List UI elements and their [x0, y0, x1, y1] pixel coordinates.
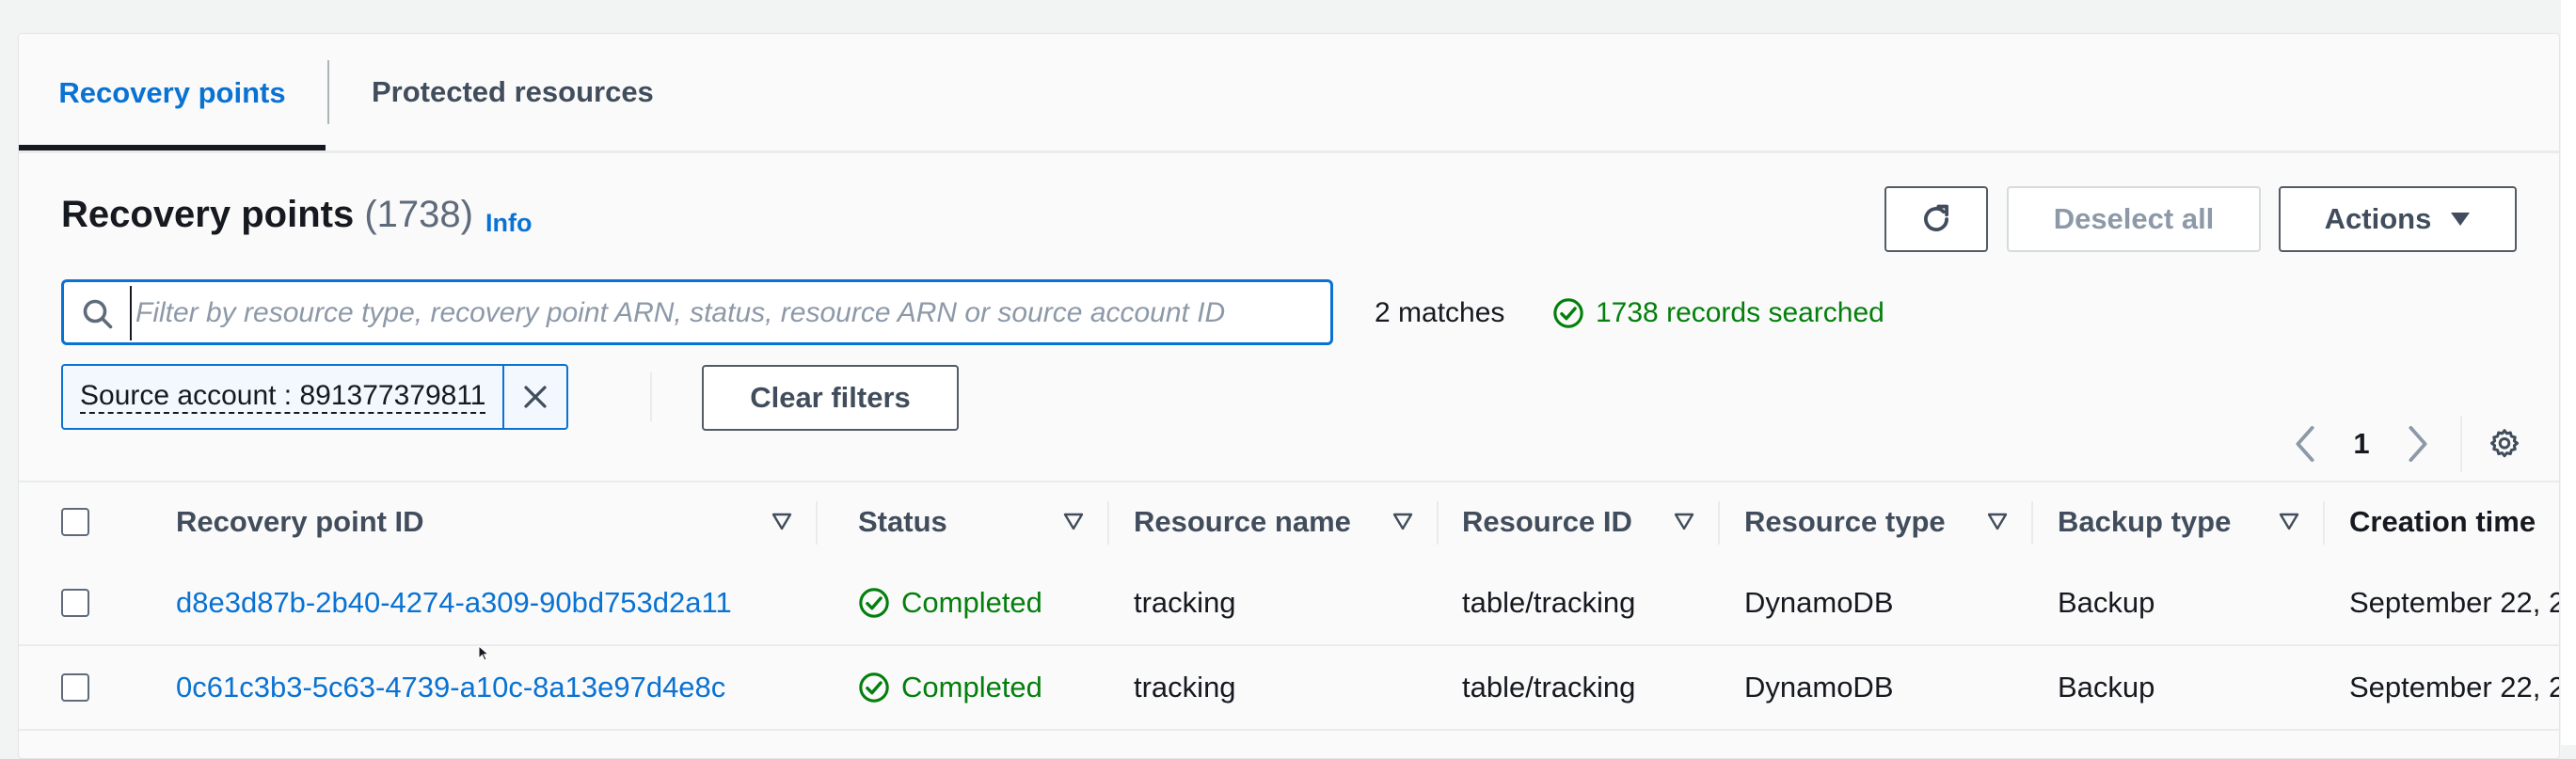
column-header-resource-name[interactable]: Resource name: [1134, 482, 1437, 561]
refresh-icon: [1924, 204, 1948, 231]
status-text: Completed: [901, 586, 1042, 619]
close-icon: [524, 386, 548, 408]
filter-divider: [650, 372, 652, 421]
tab-recovery-points[interactable]: Recovery points: [19, 34, 326, 150]
actions-button[interactable]: Actions: [2279, 186, 2517, 252]
column-label: Resource type: [1744, 505, 1946, 538]
resource-type-cell: DynamoDB: [1744, 586, 1894, 619]
check-circle-icon: [859, 588, 889, 618]
filter-token: Source account : 891377379811: [61, 364, 569, 430]
clear-filters-button[interactable]: Clear filters: [702, 365, 959, 431]
sort-icon: [1063, 513, 1084, 530]
recovery-points-panel: Recovery points Protected resources Reco…: [18, 33, 2560, 759]
column-divider: [1107, 501, 1109, 545]
table-header: Recovery point ID Status Resource name R…: [19, 481, 2559, 563]
mouse-cursor-icon: [478, 645, 489, 661]
chevron-right-icon: [2409, 426, 2427, 462]
search-icon: [83, 299, 113, 329]
match-count: 2 matches: [1375, 297, 1505, 328]
sort-icon: [1674, 513, 1694, 530]
scroll-edge: [2561, 0, 2576, 745]
resource-name-cell: tracking: [1134, 671, 1236, 704]
row-checkbox[interactable]: [61, 673, 89, 702]
creation-time-cell: September 22, 2: [2349, 671, 2560, 704]
status-cell: Completed: [858, 561, 1042, 644]
pagination: 1: [2267, 416, 2540, 472]
tab-divider: [327, 60, 329, 124]
recovery-point-id-link[interactable]: 0c61c3b3-5c63-4739-a10c-8a13e97d4e8c: [176, 646, 725, 729]
check-circle-icon: [859, 672, 889, 703]
row-checkbox[interactable]: [61, 589, 89, 617]
tab-protected-resources[interactable]: Protected resources: [372, 34, 654, 150]
column-label: Resource name: [1134, 505, 1351, 538]
remove-filter-button[interactable]: [504, 366, 566, 428]
sort-icon: [1392, 513, 1413, 530]
column-header-resource-id[interactable]: Resource ID: [1462, 482, 1718, 561]
deselect-all-button[interactable]: Deselect all: [2007, 186, 2261, 252]
records-searched-text: 1738 records searched: [1596, 297, 1884, 328]
page-title: Recovery points (1738): [61, 194, 473, 236]
filter-token-text: Source account : 891377379811: [80, 380, 486, 414]
info-link[interactable]: Info: [485, 209, 532, 238]
creation-time-cell: September 22, 2: [2349, 586, 2560, 619]
column-divider: [816, 501, 818, 545]
column-header-backup-type[interactable]: Backup type: [2058, 482, 2323, 561]
column-divider: [2031, 501, 2033, 545]
column-label: Creation time: [2349, 505, 2536, 538]
column-label: Status: [858, 505, 947, 538]
column-header-recovery-point-id[interactable]: Recovery point ID: [176, 482, 816, 561]
gear-icon: [2490, 429, 2519, 458]
column-header-resource-type[interactable]: Resource type: [1744, 482, 2031, 561]
records-searched-status: 1738 records searched: [1552, 297, 1884, 329]
page-number[interactable]: 1: [2333, 416, 2390, 472]
refresh-button[interactable]: [1884, 186, 1988, 252]
select-all-checkbox[interactable]: [61, 508, 89, 536]
search-input[interactable]: [130, 286, 1323, 340]
resource-id-cell: table/tracking: [1462, 671, 1636, 704]
column-divider: [2323, 501, 2325, 545]
sort-icon: [771, 513, 792, 530]
resource-name-cell: tracking: [1134, 586, 1236, 619]
column-header-status[interactable]: Status: [858, 482, 1107, 561]
filter-token-label[interactable]: Source account : 891377379811: [63, 366, 505, 428]
resource-type-cell: DynamoDB: [1744, 671, 1894, 704]
check-circle-icon: [1553, 298, 1583, 328]
table-settings-button[interactable]: [2478, 416, 2531, 472]
backup-type-cell: Backup: [2058, 586, 2155, 619]
sort-icon: [2279, 513, 2299, 530]
pagination-divider: [2460, 416, 2462, 472]
page-title-count: (1738): [364, 194, 473, 235]
chevron-left-icon: [2296, 426, 2314, 462]
column-divider: [1718, 501, 1720, 545]
page-title-text: Recovery points: [61, 194, 355, 235]
caret-down-icon: [2451, 213, 2471, 226]
previous-page-button[interactable]: [2286, 416, 2324, 472]
table-row[interactable]: 0c61c3b3-5c63-4739-a10c-8a13e97d4e8c Com…: [19, 646, 2559, 731]
backup-type-cell: Backup: [2058, 671, 2155, 704]
tab-bar: Recovery points Protected resources: [19, 34, 2559, 153]
search-box: [61, 279, 1333, 345]
status-text: Completed: [901, 671, 1042, 704]
column-label: Recovery point ID: [176, 505, 424, 538]
recovery-point-id-link[interactable]: d8e3d87b-2b40-4274-a309-90bd753d2a11: [176, 561, 732, 644]
column-label: Backup type: [2058, 505, 2232, 538]
sort-icon: [1987, 513, 2008, 530]
actions-label: Actions: [2324, 202, 2432, 235]
status-cell: Completed: [858, 646, 1042, 729]
table-row[interactable]: d8e3d87b-2b40-4274-a309-90bd753d2a11 Com…: [19, 561, 2559, 646]
column-header-creation-time[interactable]: Creation time: [2349, 482, 2559, 561]
next-page-button[interactable]: [2399, 416, 2437, 472]
column-label: Resource ID: [1462, 505, 1632, 538]
column-divider: [1437, 501, 1439, 545]
resource-id-cell: table/tracking: [1462, 586, 1636, 619]
